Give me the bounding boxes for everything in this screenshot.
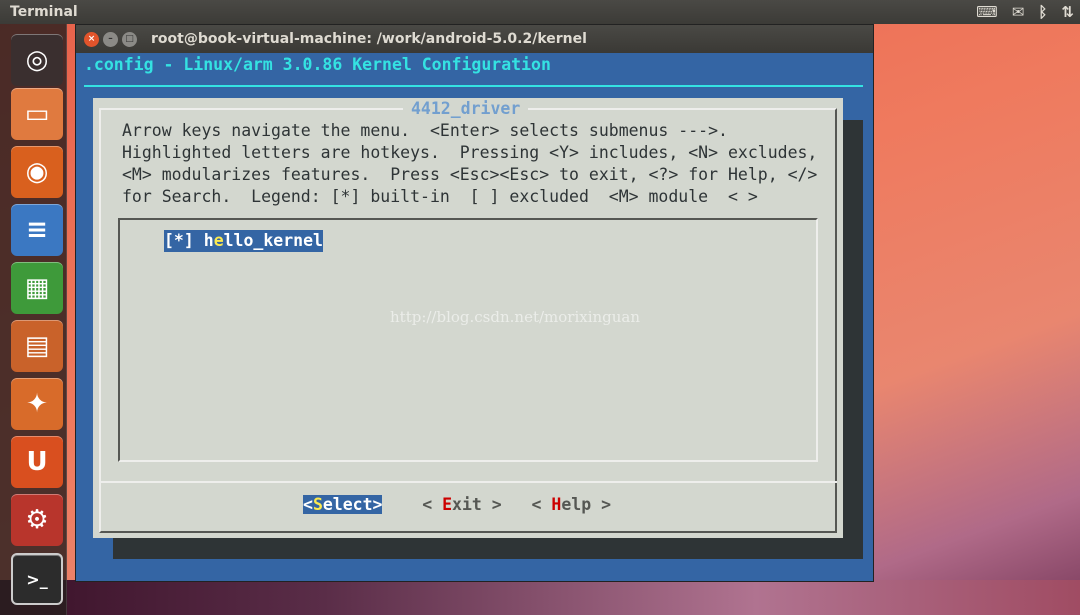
writer-icon[interactable]: ≡ (11, 204, 63, 256)
network-icon[interactable]: ⇅ (1061, 0, 1074, 24)
maximize-icon[interactable]: □ (122, 31, 137, 47)
dialog-title: 4412_driver (403, 98, 529, 120)
calc-icon[interactable]: ▦ (11, 262, 63, 314)
ubuntu-one-icon[interactable]: U (11, 436, 63, 488)
impress-icon[interactable]: ▤ (11, 320, 63, 372)
menu-item-hello-kernel[interactable]: [*] hello_kernel (164, 230, 323, 252)
window-titlebar: × – □ root@book-virtual-machine: /work/a… (76, 25, 873, 53)
minimize-icon[interactable]: – (103, 31, 118, 47)
menuconfig-header: .config - Linux/arm 3.0.86 Kernel Config… (84, 55, 551, 74)
firefox-icon[interactable]: ◉ (11, 146, 63, 198)
help-line: <M> modularizes features. Press <Esc><Es… (122, 165, 818, 184)
desktop-background (0, 580, 1080, 615)
header-divider (84, 85, 863, 87)
button-row: <Select> < Exit > < Help > (303, 494, 611, 516)
keyboard-icon[interactable]: ⌨ (976, 0, 998, 24)
item-state[interactable]: [*] (164, 231, 194, 250)
mail-icon[interactable]: ✉ (1012, 0, 1025, 24)
files-icon[interactable]: ▭ (11, 88, 63, 140)
help-button[interactable]: < Help > (532, 495, 611, 514)
help-text: Arrow keys navigate the menu. <Enter> se… (122, 120, 817, 208)
close-icon[interactable]: × (84, 31, 99, 47)
help-line: Highlighted letters are hotkeys. Pressin… (122, 143, 818, 162)
launcher: ◎ ▭ ◉ ≡ ▦ ▤ ✦ U ⚙ >_ (0, 24, 67, 615)
top-panel: Terminal ⌨ ✉ ᛒ ⇅ (0, 0, 1080, 24)
bluetooth-icon[interactable]: ᛒ (1038, 0, 1047, 24)
terminal-window: × – □ root@book-virtual-machine: /work/a… (75, 24, 874, 582)
system-tray: ⌨ ✉ ᛒ ⇅ (976, 0, 1080, 24)
exit-button[interactable]: < Exit > (422, 495, 501, 514)
software-center-icon[interactable]: ✦ (11, 378, 63, 430)
active-app-name: Terminal (10, 4, 78, 20)
help-line: Arrow keys navigate the menu. <Enter> se… (122, 121, 728, 140)
item-label: h (203, 231, 214, 250)
menu-list: [*] hello_kernel (118, 218, 818, 462)
help-line: for Search. Legend: [*] built-in [ ] exc… (122, 187, 758, 206)
terminal-icon[interactable]: >_ (11, 553, 63, 605)
system-settings-icon[interactable]: ⚙ (11, 494, 63, 546)
item-hotkey: e (213, 231, 224, 250)
ubuntu-dash-icon[interactable]: ◎ (11, 34, 63, 86)
button-separator (99, 481, 837, 483)
item-label: llo_kernel (223, 231, 323, 250)
watermark: http://blog.csdn.net/morixinguan (390, 308, 641, 326)
window-title: root@book-virtual-machine: /work/android… (151, 31, 587, 47)
select-button[interactable]: <Select> (303, 495, 383, 514)
